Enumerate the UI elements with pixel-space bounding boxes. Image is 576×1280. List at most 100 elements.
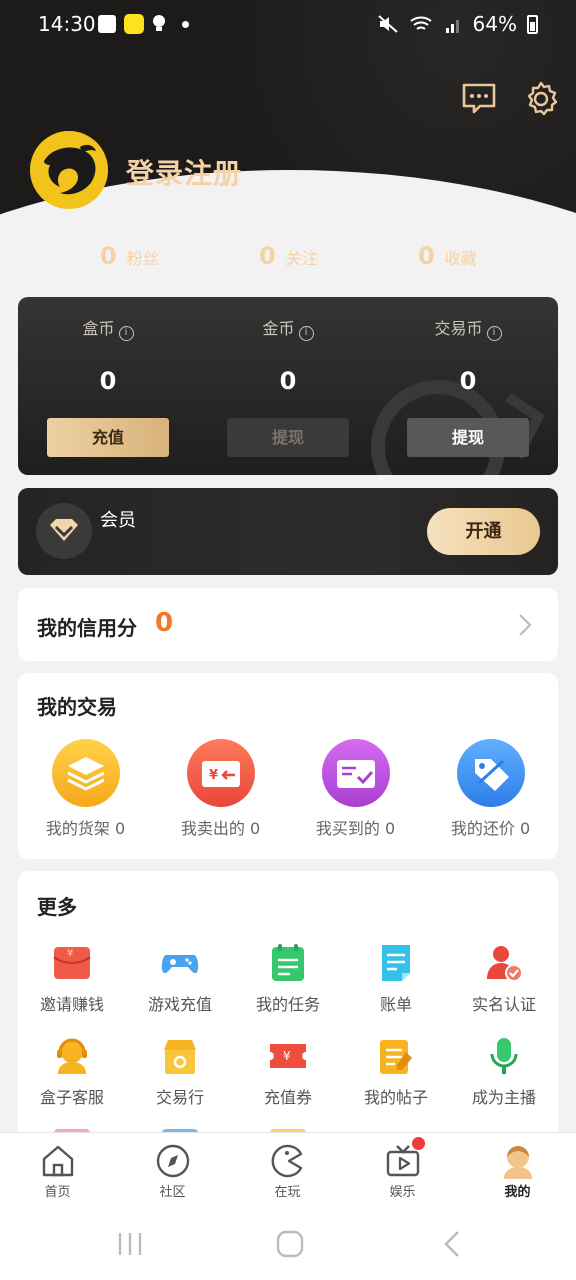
trade-coin-value: 0 xyxy=(459,367,477,395)
chevron-right-icon xyxy=(519,614,532,636)
trade-withdraw-button[interactable]: 提现 xyxy=(407,418,529,457)
box-coin-column: 盒币 i 0 充值 xyxy=(18,297,198,475)
fans-stat[interactable]: 0 粉丝 xyxy=(100,242,159,270)
back-icon[interactable] xyxy=(442,1230,462,1258)
credit-score-row[interactable]: 我的信用分 0 xyxy=(18,588,558,661)
info-icon[interactable]: i xyxy=(118,326,134,341)
nav-mine-label: 我的 xyxy=(504,1185,531,1200)
app-notification-icon xyxy=(124,14,144,34)
login-register-link[interactable]: 登录注册 xyxy=(126,152,242,192)
nav-entertainment[interactable]: 娱乐 xyxy=(345,1137,460,1200)
credit-score-value: 0 xyxy=(155,608,174,638)
settings-gear-icon[interactable] xyxy=(522,80,560,118)
recharge-button[interactable]: 充值 xyxy=(47,418,169,457)
following-label: 关注 xyxy=(285,249,318,268)
membership-bar[interactable]: 会员 开通 xyxy=(18,488,558,575)
avatar[interactable] xyxy=(30,131,108,209)
dragon-logo-icon xyxy=(30,131,108,209)
my-posts-label: 我的帖子 xyxy=(363,1088,428,1107)
note-pen-shape xyxy=(380,1040,412,1074)
support-icon xyxy=(52,1036,92,1076)
microphone-shape xyxy=(490,1038,518,1074)
favorites-stat[interactable]: 0 收藏 xyxy=(418,242,477,270)
my-task-label: 我的任务 xyxy=(255,995,320,1014)
member-label: 会员 xyxy=(100,510,136,531)
gold-coin-column: 金币 i 0 提现 xyxy=(198,297,378,475)
pacman-icon xyxy=(270,1143,306,1179)
person-shape xyxy=(503,1146,532,1179)
customer-service-item[interactable]: 盒子客服 xyxy=(18,1036,126,1108)
coupon-icon: ¥ xyxy=(268,1036,308,1076)
bill-item[interactable]: 账单 xyxy=(342,943,450,1015)
real-name-verify-item[interactable]: 实名认证 xyxy=(450,943,558,1015)
message-icon[interactable] xyxy=(460,80,498,118)
verify-icon xyxy=(484,943,524,983)
tag-shape xyxy=(474,759,509,791)
invite-earn-label: 邀请赚钱 xyxy=(39,995,104,1014)
my-bargain-item[interactable]: 我的还价 0 xyxy=(423,739,558,839)
profile-stats: 0 粉丝 0 关注 0 收藏 xyxy=(0,242,576,278)
nav-community[interactable]: 社区 xyxy=(115,1143,230,1200)
home-icon xyxy=(40,1143,76,1179)
nav-playing[interactable]: 在玩 xyxy=(230,1143,345,1200)
my-bought-item[interactable]: 我买到的 0 xyxy=(288,739,423,839)
user-check-shape xyxy=(487,946,523,982)
system-navigation-bar xyxy=(0,1204,576,1280)
gamepad-icon xyxy=(160,943,200,983)
gold-coin-label: 金币 xyxy=(262,319,295,338)
become-streamer-item[interactable]: 成为主播 xyxy=(450,1036,558,1108)
diamond-shape xyxy=(50,519,78,541)
recent-apps-icon[interactable] xyxy=(116,1231,144,1257)
nav-playing-label: 在玩 xyxy=(274,1185,301,1200)
nav-home[interactable]: 首页 xyxy=(0,1143,115,1200)
signal-icon xyxy=(445,20,459,33)
following-stat[interactable]: 0 关注 xyxy=(259,242,318,270)
open-membership-button[interactable]: 开通 xyxy=(427,508,540,555)
bulb-icon xyxy=(153,15,165,31)
box-coin-value: 0 xyxy=(99,367,117,395)
my-bought-label: 我买到的 0 xyxy=(315,819,396,838)
bottom-navigation: 首页 社区 在玩 娱乐 我的 xyxy=(0,1132,576,1204)
recharge-coupon-label: 充值券 xyxy=(263,1088,312,1107)
my-posts-item[interactable]: 我的帖子 xyxy=(342,1036,450,1108)
game-recharge-item[interactable]: 游戏充值 xyxy=(126,943,234,1015)
compass-shape xyxy=(156,1144,189,1178)
my-sold-item[interactable]: ¥ 我卖出的 0 xyxy=(153,739,288,839)
recharge-coupon-item[interactable]: ¥ 充值券 xyxy=(234,1036,342,1108)
gold-withdraw-button[interactable]: 提现 xyxy=(227,418,349,457)
pacman-shape xyxy=(271,1144,302,1178)
wifi-icon xyxy=(409,16,432,30)
nav-community-label: 社区 xyxy=(159,1185,186,1200)
headset-shape xyxy=(57,1038,87,1074)
mic-icon xyxy=(484,1036,524,1076)
trade-coin-label-row: 交易币 i xyxy=(378,315,558,341)
bargain-icon xyxy=(456,739,525,807)
trade-coin-label: 交易币 xyxy=(434,319,483,338)
trading-market-label: 交易行 xyxy=(155,1088,204,1107)
my-bargain-label: 我的还价 0 xyxy=(450,819,531,838)
invite-earn-item[interactable]: ¥ 邀请赚钱 xyxy=(18,943,126,1015)
compass-icon xyxy=(155,1143,191,1179)
more-notifications-icon xyxy=(182,20,189,28)
favorites-label: 收藏 xyxy=(444,249,477,268)
svg-text:¥: ¥ xyxy=(67,948,73,959)
shop-shape xyxy=(164,1040,196,1074)
tv-icon xyxy=(385,1137,425,1179)
info-icon[interactable]: i xyxy=(298,326,314,341)
more-title: 更多 xyxy=(37,895,77,919)
trading-market-item[interactable]: 交易行 xyxy=(126,1036,234,1108)
my-sold-label: 我卖出的 0 xyxy=(180,819,261,838)
nav-mine[interactable]: 我的 xyxy=(460,1143,575,1200)
notification-dot xyxy=(411,1137,425,1150)
my-task-item[interactable]: 我的任务 xyxy=(234,943,342,1015)
info-icon[interactable]: i xyxy=(486,326,502,341)
customer-service-label: 盒子客服 xyxy=(39,1088,104,1107)
following-count: 0 xyxy=(259,242,276,270)
my-shelf-item[interactable]: 我的货架 0 xyxy=(18,739,153,839)
home-button-icon[interactable] xyxy=(276,1230,304,1258)
bought-shape xyxy=(336,760,375,788)
clipboard-shape xyxy=(272,944,304,981)
post-icon xyxy=(376,1036,416,1076)
box-coin-label: 盒币 xyxy=(82,319,115,338)
my-trade-title: 我的交易 xyxy=(37,695,117,719)
